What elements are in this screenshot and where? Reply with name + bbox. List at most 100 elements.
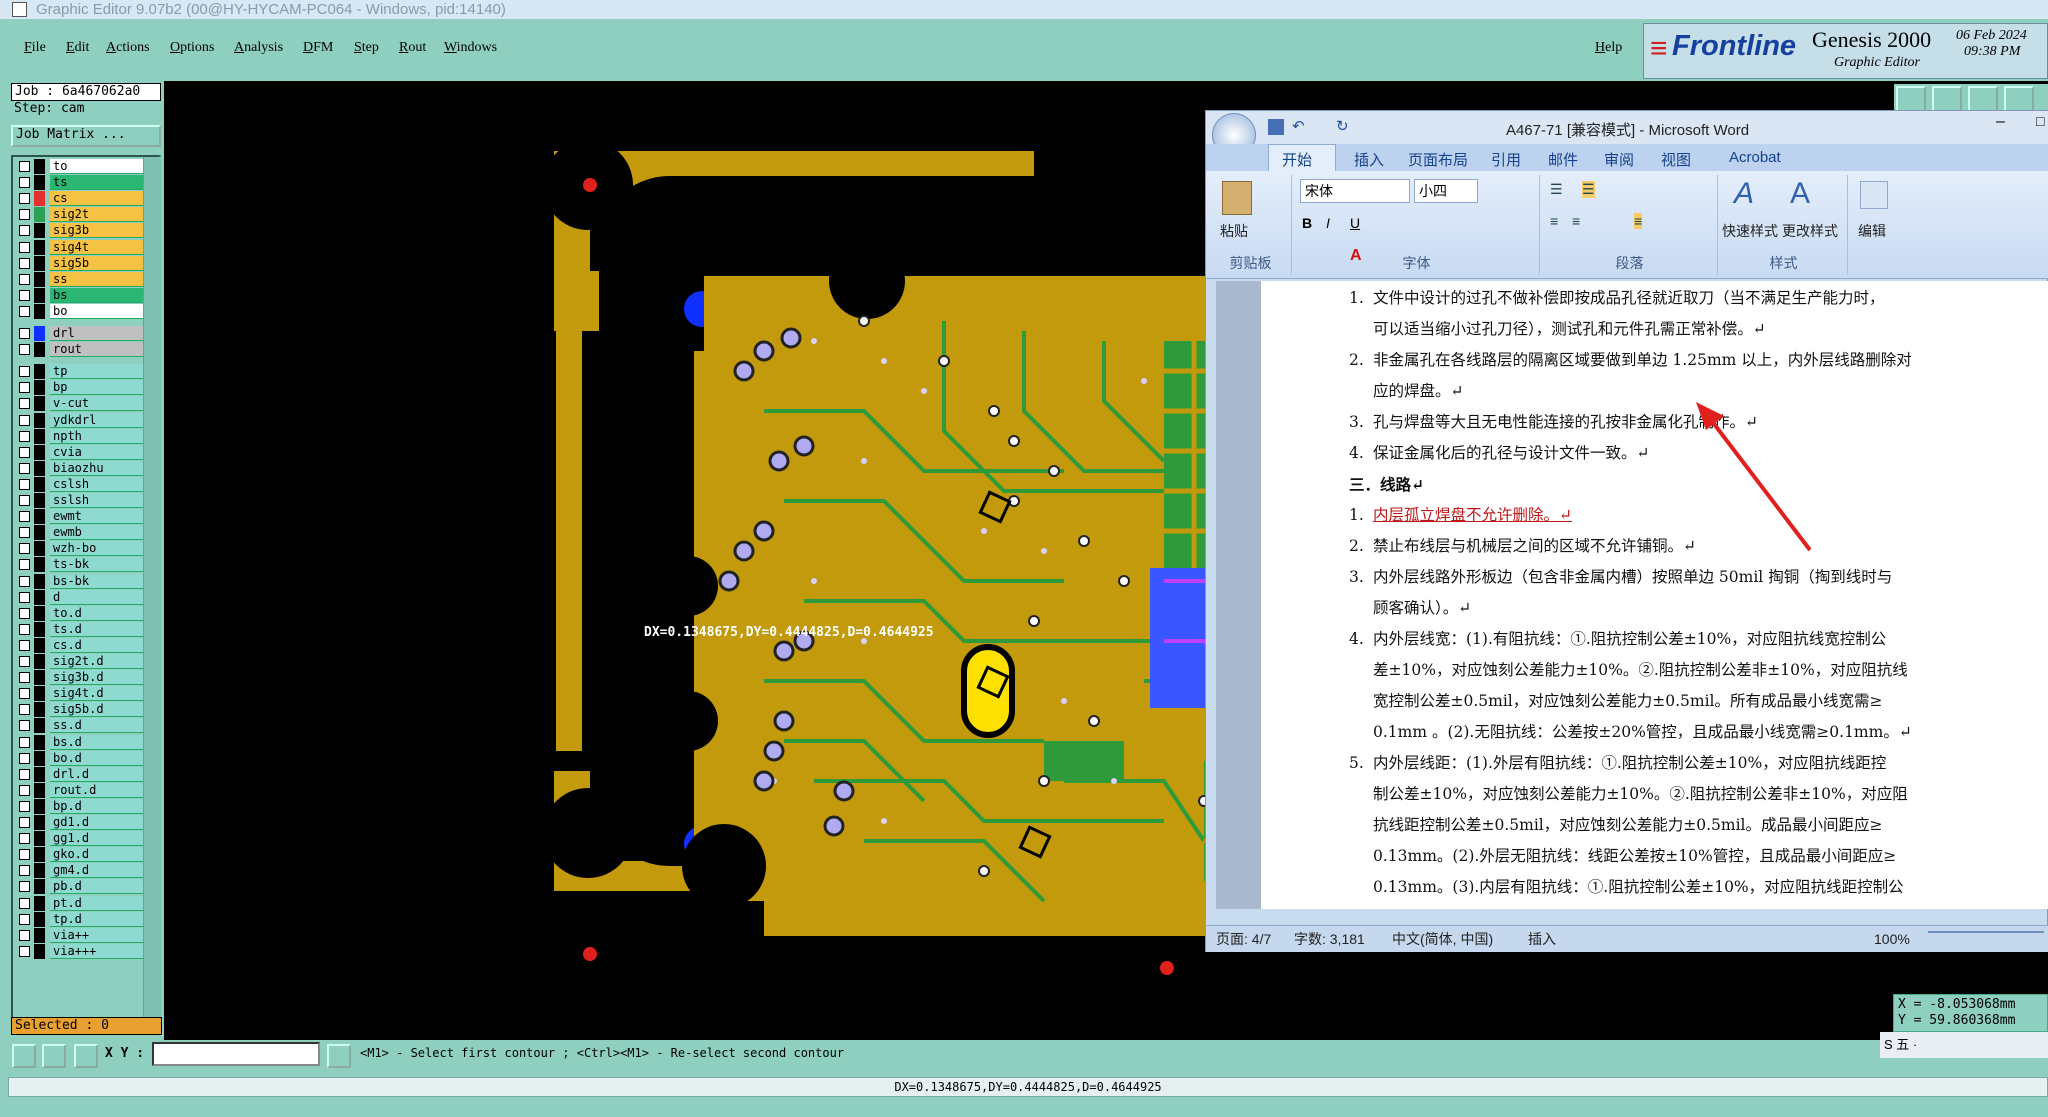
layer-row[interactable]: drl.d: [15, 766, 146, 782]
paste-button[interactable]: 粘贴: [1220, 221, 1248, 241]
layer-name[interactable]: gd1.d: [50, 815, 146, 830]
change-styles-icon[interactable]: A: [1790, 177, 1810, 211]
menu-dfm[interactable]: DFM: [303, 40, 333, 56]
job-matrix-button[interactable]: Job Matrix ...: [11, 125, 161, 147]
layer-checkbox[interactable]: [19, 209, 30, 221]
tab-home[interactable]: 开始: [1282, 149, 1312, 170]
layer-checkbox[interactable]: [19, 161, 30, 172]
layer-scrollbar[interactable]: [143, 157, 161, 1031]
layer-row[interactable]: to: [15, 159, 146, 174]
layer-name[interactable]: sslsh: [50, 493, 146, 508]
tab-layout[interactable]: 页面布局: [1408, 149, 1468, 170]
document-page[interactable]: 1. 文件中设计的过孔不做补偿即按成品孔径就近取刀（当不满足生产能力时， 可以适当缩…: [1261, 281, 2048, 909]
layer-row[interactable]: wzh-bo: [15, 541, 146, 557]
layer-checkbox[interactable]: [19, 414, 30, 426]
italic-icon[interactable]: I: [1326, 215, 1330, 231]
menu-step[interactable]: Step: [354, 40, 379, 56]
layer-row[interactable]: cvia: [15, 444, 146, 460]
layer-checkbox[interactable]: [19, 672, 30, 684]
layer-checkbox[interactable]: [19, 478, 30, 490]
layer-checkbox[interactable]: [19, 225, 30, 237]
layer-name[interactable]: bp.d: [50, 798, 146, 814]
layer-name[interactable]: cslsh: [50, 476, 146, 492]
font-name-select[interactable]: 宋体: [1300, 179, 1410, 203]
layer-name[interactable]: rout: [50, 342, 146, 358]
tool-home-icon[interactable]: [1968, 86, 1998, 112]
layer-checkbox[interactable]: [19, 193, 30, 205]
layer-name[interactable]: ts: [50, 175, 146, 191]
layer-row[interactable]: gd1.d: [15, 815, 146, 830]
zoom-level[interactable]: 100%: [1874, 926, 1910, 952]
layer-row[interactable]: ss: [15, 271, 146, 287]
numbering-icon[interactable]: ☰: [1582, 181, 1595, 198]
layer-row[interactable]: sig2t: [15, 207, 146, 223]
layer-name[interactable]: gg1.d: [50, 831, 146, 847]
menu-actions[interactable]: Actions: [106, 40, 150, 56]
layer-row[interactable]: cs: [15, 191, 146, 207]
layer-row[interactable]: ewmt: [15, 509, 146, 525]
layer-checkbox[interactable]: [19, 328, 30, 339]
layer-name[interactable]: tp: [50, 364, 146, 380]
layer-row[interactable]: sslsh: [15, 493, 146, 508]
layer-name[interactable]: pb.d: [50, 879, 146, 895]
layer-row[interactable]: ewmb: [15, 525, 146, 541]
layer-name[interactable]: gm4.d: [50, 863, 146, 879]
layer-row[interactable]: sig4t: [15, 239, 146, 255]
layer-name[interactable]: to: [50, 159, 146, 174]
tab-review[interactable]: 审阅: [1604, 149, 1634, 170]
minimize-icon[interactable]: –: [1996, 113, 2005, 131]
layer-row[interactable]: via+++: [15, 943, 146, 959]
layer-name[interactable]: drl: [50, 326, 146, 341]
layer-checkbox[interactable]: [19, 527, 30, 539]
menu-analysis[interactable]: Analysis: [234, 40, 283, 56]
layer-checkbox[interactable]: [19, 833, 30, 845]
quick-styles-button[interactable]: 快速样式: [1722, 221, 1778, 241]
layer-checkbox[interactable]: [19, 575, 30, 587]
layer-checkbox[interactable]: [19, 817, 30, 828]
tab-references[interactable]: 引用: [1491, 149, 1521, 170]
layer-checkbox[interactable]: [19, 623, 30, 635]
tab-view[interactable]: 视图: [1661, 149, 1691, 170]
layer-checkbox[interactable]: [19, 913, 30, 925]
layer-checkbox[interactable]: [19, 897, 30, 909]
layer-name[interactable]: ydkdrl: [50, 412, 146, 428]
layer-checkbox[interactable]: [19, 177, 30, 189]
layer-name[interactable]: biaozhu: [50, 460, 146, 476]
quick-styles-icon[interactable]: A: [1734, 177, 1754, 211]
edit-button[interactable]: 编辑: [1858, 221, 1886, 241]
layer-row[interactable]: bs.d: [15, 734, 146, 750]
layer-checkbox[interactable]: [19, 849, 30, 861]
justify-icon[interactable]: ≡: [1634, 213, 1643, 229]
maximize-icon[interactable]: □: [2036, 113, 2044, 129]
layer-checkbox[interactable]: [19, 344, 30, 356]
layer-name[interactable]: ts-bk: [50, 557, 146, 573]
tool-print-icon[interactable]: [1932, 86, 1962, 112]
tab-insert[interactable]: 插入: [1354, 149, 1384, 170]
layer-checkbox[interactable]: [19, 559, 30, 571]
layer-row[interactable]: ydkdrl: [15, 412, 146, 428]
menu-file[interactable]: File: [24, 40, 46, 56]
tab-acrobat[interactable]: Acrobat: [1729, 149, 1781, 166]
layer-checkbox[interactable]: [19, 736, 30, 748]
layer-row[interactable]: bp.d: [15, 798, 146, 814]
layer-name[interactable]: cs.d: [50, 637, 146, 653]
layer-checkbox[interactable]: [19, 273, 30, 285]
language[interactable]: 中文(简体, 中国): [1392, 926, 1493, 952]
menu-help[interactable]: Help: [1595, 40, 1622, 56]
menu-edit[interactable]: Edit: [66, 40, 89, 56]
layer-name[interactable]: ss.d: [50, 718, 146, 734]
layer-name[interactable]: sig5b.d: [50, 702, 146, 718]
tool-save-icon[interactable]: [1896, 86, 1926, 112]
layer-row[interactable]: bo: [15, 303, 146, 319]
layer-name[interactable]: bo.d: [50, 750, 146, 766]
layer-name[interactable]: bs-bk: [50, 573, 146, 589]
layer-checkbox[interactable]: [19, 430, 30, 442]
layer-row[interactable]: bs-bk: [15, 573, 146, 589]
layer-row[interactable]: ts: [15, 175, 146, 191]
layer-name[interactable]: d: [50, 589, 146, 605]
layer-row[interactable]: cs.d: [15, 637, 146, 653]
layer-row[interactable]: sig3b.d: [15, 670, 146, 686]
layer-checkbox[interactable]: [19, 289, 30, 301]
layer-checkbox[interactable]: [19, 398, 30, 410]
menu-options[interactable]: Options: [170, 40, 214, 56]
